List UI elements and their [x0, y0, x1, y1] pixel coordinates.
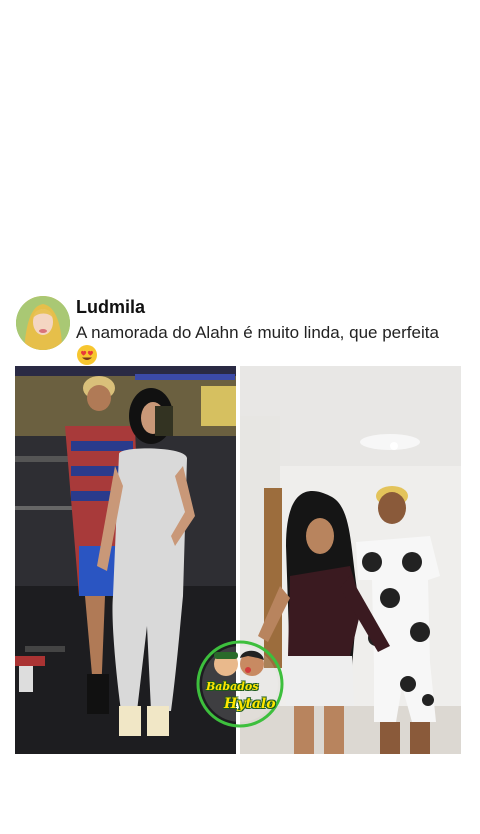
screen: Ludmila A namorada do Alahn é muito lind… [0, 0, 480, 834]
avatar-image-icon [16, 296, 70, 350]
watermark-line-1: Babados [206, 680, 259, 693]
author-name[interactable]: Ludmila [76, 296, 145, 318]
heart-eyes-emoji-icon [76, 344, 98, 366]
watermark-line-2: Hytalo [224, 696, 276, 712]
avatar[interactable] [16, 296, 70, 350]
watermark-logo: Babados Hytalo [196, 640, 284, 728]
post-caption: A namorada do Alahn é muito linda, que p… [76, 323, 439, 342]
